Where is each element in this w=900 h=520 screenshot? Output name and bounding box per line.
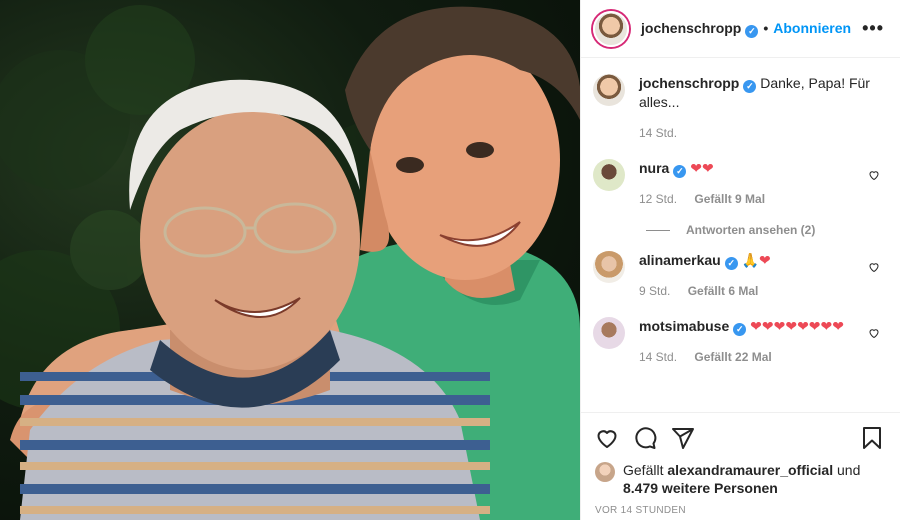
comment-time: 14 Std.: [639, 350, 678, 364]
liked-by-middle: und: [833, 462, 861, 478]
caption-time: 14 Std.: [639, 126, 678, 140]
heart-icon[interactable]: [595, 426, 619, 450]
view-replies-button[interactable]: Antworten ansehen (2): [646, 223, 884, 237]
like-heart-icon[interactable]: [868, 169, 880, 181]
comment-motsimabuse: motsimabuse ✓ ❤❤❤❤❤❤❤❤ 14 Std. Gefällt 22…: [593, 317, 884, 367]
verified-icon: ✓: [743, 80, 757, 93]
photo-illustration: [0, 5, 580, 520]
action-icons: [595, 423, 884, 453]
comment-text: ❤❤: [690, 160, 714, 176]
follow-button[interactable]: Abonnieren: [773, 20, 851, 36]
author-username[interactable]: jochenschropp: [641, 20, 741, 36]
comment-nura: nura ✓ ❤❤ 12 Std. Gefällt 9 Mal: [593, 159, 884, 209]
replies-divider: [646, 229, 670, 231]
comment-text: 🙏❤: [741, 252, 771, 268]
comment-username[interactable]: alinamerkau: [639, 252, 721, 268]
liker-avatar[interactable]: [595, 462, 615, 482]
comment-likes[interactable]: Gefällt 22 Mal: [694, 350, 771, 364]
caption-avatar[interactable]: [593, 74, 625, 106]
liked-by-prefix: Gefällt: [623, 462, 668, 478]
share-icon[interactable]: [671, 426, 695, 450]
post-timestamp[interactable]: VOR 14 STUNDEN: [595, 505, 884, 516]
father-face: [140, 110, 360, 370]
caption: jochenschropp ✓ Danke, Papa! Für alles...…: [593, 74, 884, 143]
more-options-icon[interactable]: •••: [862, 18, 884, 39]
author-avatar[interactable]: [593, 10, 629, 47]
verified-icon: ✓: [733, 323, 747, 336]
post-actions: Gefällt alexandramaurer_official und 8.4…: [581, 412, 900, 520]
commenter-avatar[interactable]: [593, 159, 625, 191]
post-sidebar: jochenschropp ✓ • Abonnieren ••• jochenschr…: [580, 0, 900, 520]
comment-time: 12 Std.: [639, 192, 678, 206]
comment-text: ❤❤❤❤❤❤❤❤: [750, 318, 844, 334]
verified-icon: ✓: [673, 165, 687, 178]
post-photo[interactable]: [0, 0, 580, 520]
comment-time: 9 Std.: [639, 284, 671, 298]
replies-label: Antworten ansehen (2): [686, 223, 816, 237]
comment-username[interactable]: nura: [639, 160, 669, 176]
instagram-post-view: jochenschropp ✓ • Abonnieren ••• jochenschr…: [0, 0, 900, 520]
header-meta: jochenschropp ✓ • Abonnieren: [641, 20, 851, 38]
comment-likes[interactable]: Gefällt 9 Mal: [694, 192, 765, 206]
caption-username[interactable]: jochenschropp: [639, 75, 739, 91]
commenter-avatar[interactable]: [593, 317, 625, 349]
comments-list[interactable]: jochenschropp ✓ Danke, Papa! Für alles...…: [581, 58, 900, 412]
post-header: jochenschropp ✓ • Abonnieren •••: [581, 0, 900, 58]
liked-by-user[interactable]: alexandramaurer_official: [667, 462, 833, 478]
comment-username[interactable]: motsimabuse: [639, 318, 729, 334]
verified-icon: ✓: [724, 257, 738, 270]
separator-dot: •: [763, 19, 769, 36]
like-heart-icon[interactable]: [868, 327, 880, 339]
verified-icon: ✓: [745, 24, 759, 38]
liked-by-count[interactable]: 8.479 weitere Personen: [623, 480, 778, 496]
bookmark-icon[interactable]: [860, 426, 884, 450]
comment-likes[interactable]: Gefällt 6 Mal: [688, 284, 759, 298]
comment-alinamerkau: alinamerkau ✓ 🙏❤ 9 Std. Gefällt 6 Mal: [593, 251, 884, 301]
comment-icon[interactable]: [633, 426, 657, 450]
liked-by: Gefällt alexandramaurer_official und 8.4…: [595, 461, 884, 497]
commenter-avatar[interactable]: [593, 251, 625, 283]
like-heart-icon[interactable]: [868, 261, 880, 273]
